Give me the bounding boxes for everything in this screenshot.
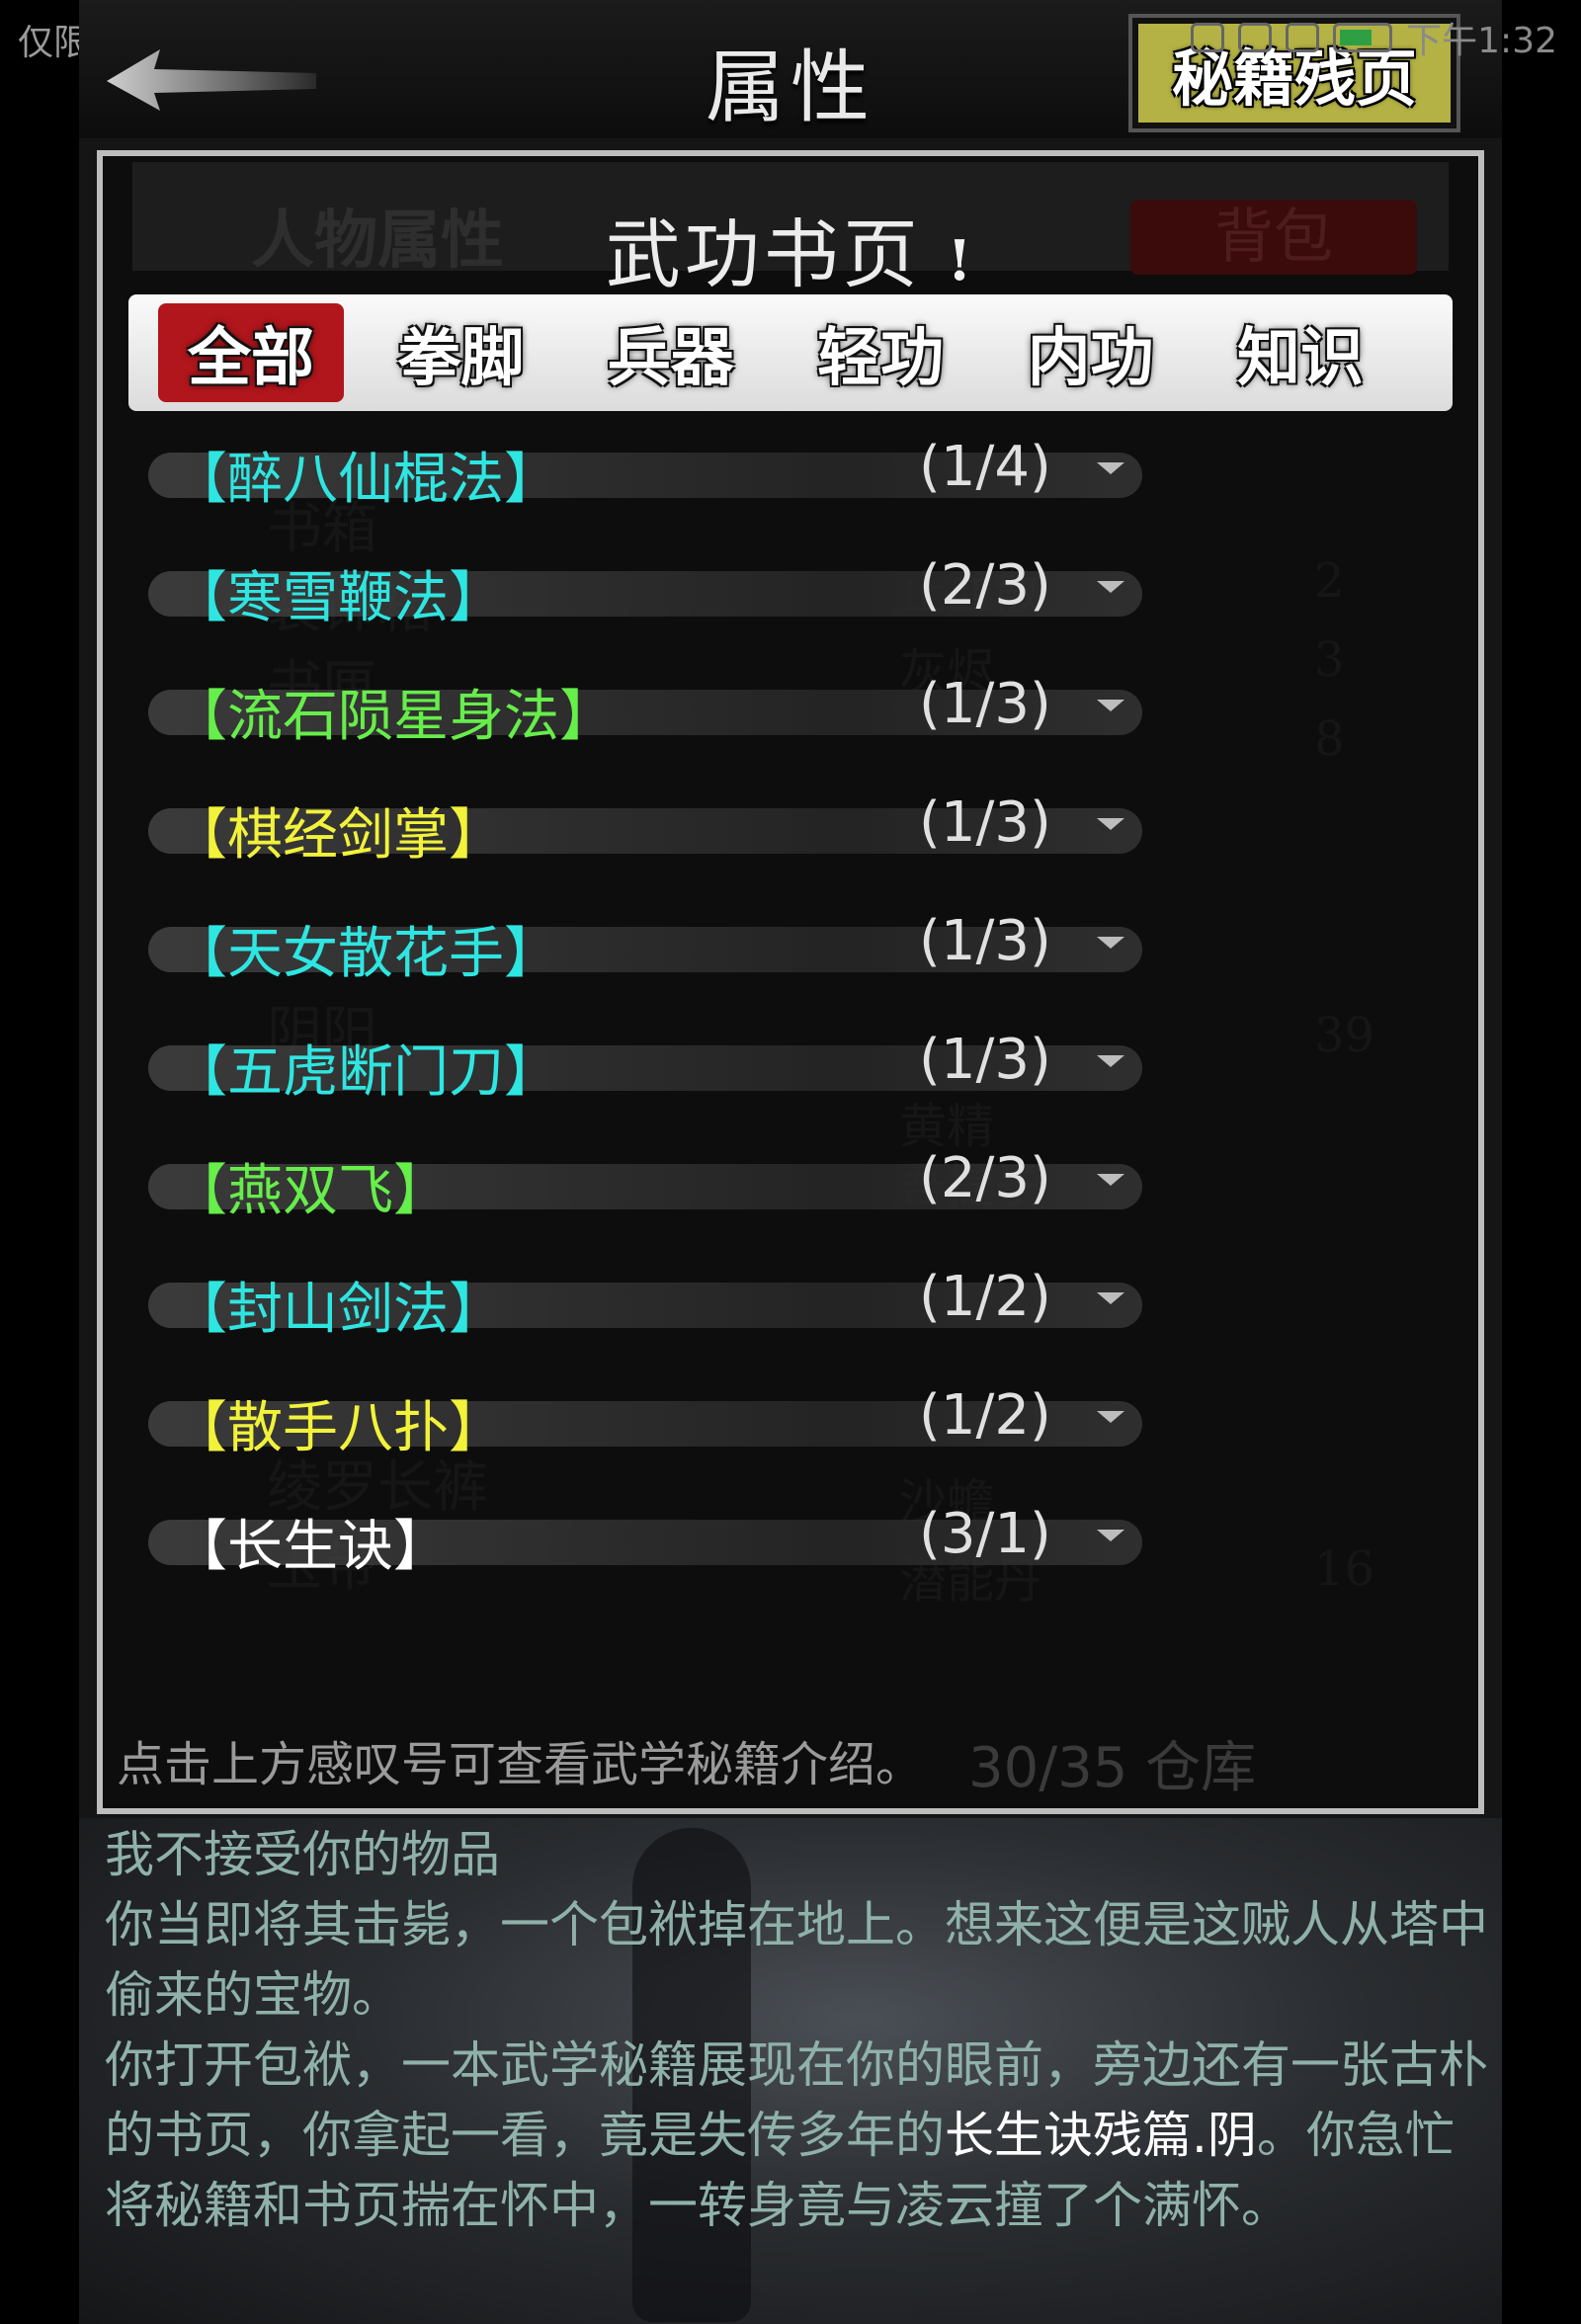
wifi-icon [1286, 23, 1320, 52]
story-line: 你打开包袱，一本武学秘籍展现在你的眼前，旁边还有一张古朴的书页，你拿起一看，竟是… [105, 2031, 1488, 2241]
game-screen: 仅限紧急呼叫 属性 秘籍残页 下午1:32 书箱 装饰箱 书匣 阴阳 绫罗长裤 … [0, 0, 1581, 2324]
item-name: 【燕双飞】 [172, 1159, 449, 1223]
story-line: 我不接受你的物品 [105, 1826, 500, 1883]
item-name: 【醉八仙棍法】 [172, 448, 559, 512]
category-tabs: 全部 拳脚 兵器 轻功 内功 知识 [128, 294, 1453, 411]
item-count: (2/3) [919, 1146, 1051, 1210]
ghost-storage-count: 30/35 仓库 [968, 1736, 1257, 1800]
tab-inner[interactable]: 内功 [998, 303, 1184, 402]
story-log: 我不接受你的物品 你当即将其击毙，一个包袱掉在地上。想来这便是这贼人从塔中偷来的… [105, 1820, 1488, 2241]
book-page-list: 【醉八仙棍法】 (1/4) 【寒雪鞭法】 (2/3) 【流石陨星身法】 (1/3… [148, 427, 1156, 1613]
tab-lightness[interactable]: 轻功 [788, 303, 973, 402]
mute-icon [1191, 23, 1225, 52]
chevron-down-icon[interactable] [1097, 818, 1124, 830]
list-item[interactable]: 【五虎断门刀】 (1/3) [148, 1020, 1156, 1138]
info-exclamation-icon[interactable]: ! [948, 228, 976, 293]
item-name: 【寒雪鞭法】 [172, 566, 504, 630]
item-name: 【天女散花手】 [172, 922, 559, 986]
tab-weapon[interactable]: 兵器 [578, 303, 764, 402]
eye-icon [1238, 23, 1273, 52]
tab-fist[interactable]: 拳脚 [368, 303, 553, 402]
item-count: (1/3) [919, 790, 1051, 855]
item-count: (1/2) [919, 1265, 1051, 1329]
chevron-down-icon[interactable] [1097, 581, 1124, 593]
list-item[interactable]: 【天女散花手】 (1/3) [148, 901, 1156, 1020]
item-count: (3/1) [919, 1502, 1051, 1566]
item-count: (1/4) [919, 435, 1051, 499]
panel-hint: 点击上方感叹号可查看武学秘籍介绍。 [117, 1737, 924, 1792]
chevron-down-icon[interactable] [1097, 1530, 1124, 1541]
list-item[interactable]: 【醉八仙棍法】 (1/4) [148, 427, 1156, 545]
list-item[interactable]: 【长生诀】 (3/1) [148, 1494, 1156, 1613]
chevron-down-icon[interactable] [1097, 1174, 1124, 1186]
list-item[interactable]: 【寒雪鞭法】 (2/3) [148, 545, 1156, 664]
item-count: (2/3) [919, 553, 1051, 618]
chevron-down-icon[interactable] [1097, 937, 1124, 949]
story-line: 你当即将其击毙，一个包袱掉在地上。想来这便是这贼人从塔中偷来的宝物。 [105, 1896, 1488, 2024]
list-item[interactable]: 【封山剑法】 (1/2) [148, 1257, 1156, 1375]
item-name: 【散手八扑】 [172, 1396, 504, 1460]
item-name: 【棋经剑掌】 [172, 803, 504, 868]
story-highlight: 长生诀残篇.阴 [945, 2107, 1257, 2164]
status-time: 下午1:32 [1406, 21, 1557, 61]
item-name: 【封山剑法】 [172, 1278, 504, 1342]
list-item[interactable]: 【散手八扑】 (1/2) [148, 1375, 1156, 1494]
panel-header: 人物属性 背包 武功书页! [132, 162, 1449, 298]
tab-all[interactable]: 全部 [158, 303, 344, 402]
chevron-down-icon[interactable] [1097, 1292, 1124, 1304]
item-count: (1/2) [919, 1383, 1051, 1448]
item-name: 【长生诀】 [172, 1515, 449, 1579]
tab-knowledge[interactable]: 知识 [1207, 303, 1393, 402]
item-count: (1/3) [919, 672, 1051, 736]
status-icons: 下午1:32 [1191, 12, 1557, 63]
panel-title: 武功书页! [132, 194, 1449, 302]
battery-icon [1333, 23, 1393, 52]
item-name: 【五虎断门刀】 [172, 1040, 559, 1105]
item-count: (1/3) [919, 1028, 1051, 1092]
panel-title-text: 武功书页 [605, 210, 922, 298]
chevron-down-icon[interactable] [1097, 700, 1124, 711]
item-name: 【流石陨星身法】 [172, 685, 615, 749]
chevron-down-icon[interactable] [1097, 1055, 1124, 1067]
list-item[interactable]: 【棋经剑掌】 (1/3) [148, 783, 1156, 901]
list-item[interactable]: 【流石陨星身法】 (1/3) [148, 664, 1156, 783]
list-item[interactable]: 【燕双飞】 (2/3) [148, 1138, 1156, 1257]
chevron-down-icon[interactable] [1097, 1411, 1124, 1423]
item-count: (1/3) [919, 909, 1051, 973]
chevron-down-icon[interactable] [1097, 462, 1124, 474]
